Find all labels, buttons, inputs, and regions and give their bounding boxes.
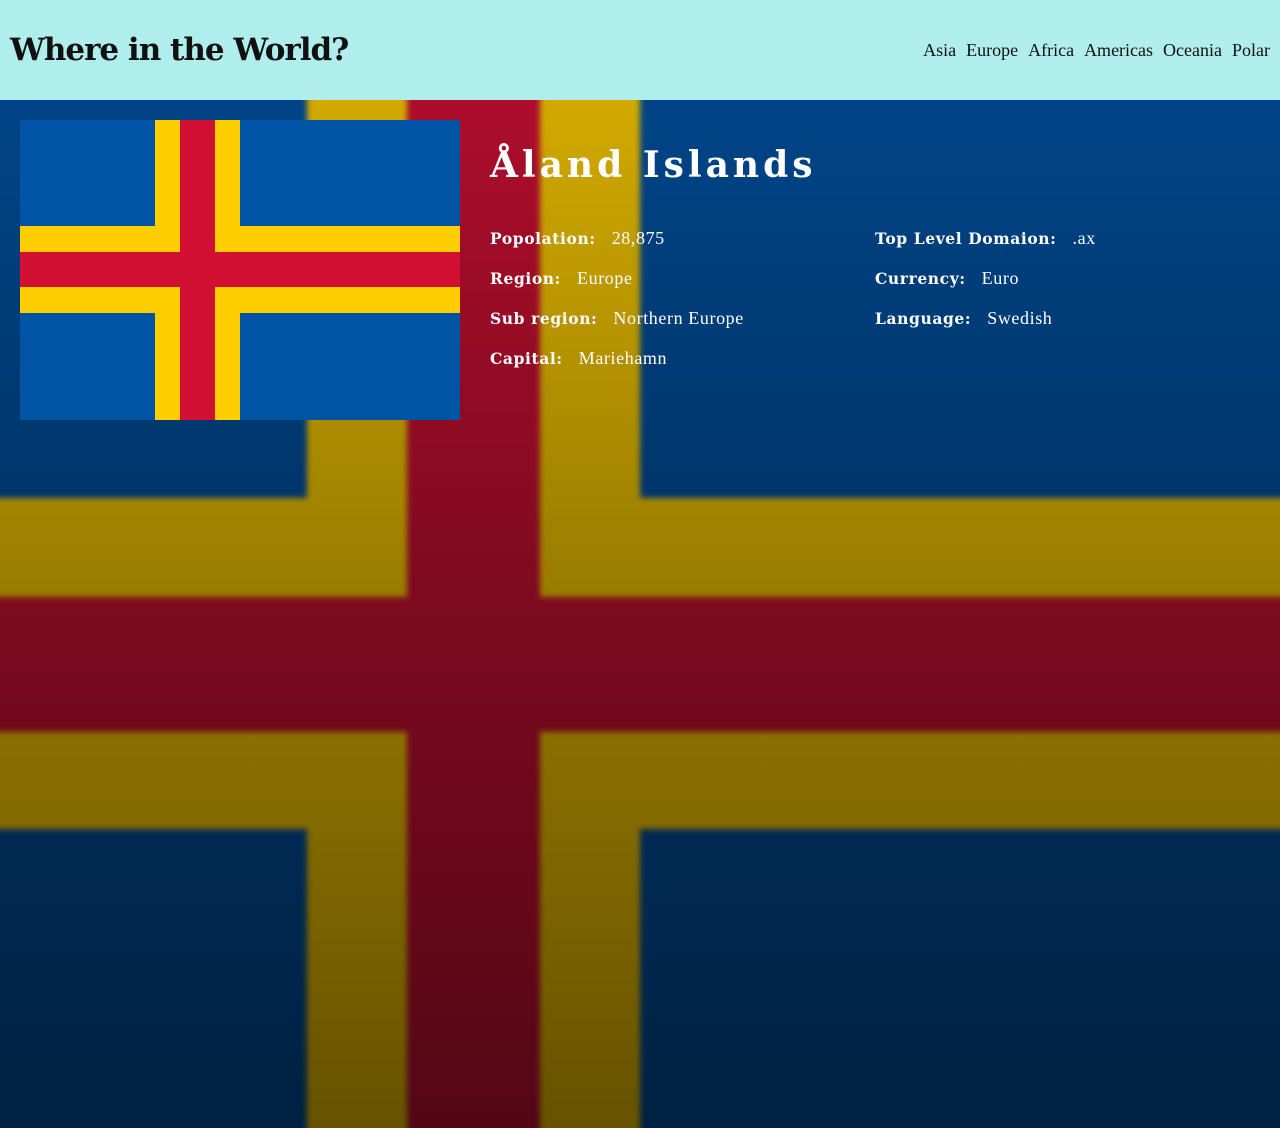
nav-link-europe[interactable]: Europe [966, 40, 1018, 61]
info-label: Language: [875, 309, 972, 328]
site-title[interactable]: Where in the World? [10, 32, 349, 68]
country-flag [20, 120, 460, 420]
country-info: Popolation: 28,875 Region: Europe Sub re… [490, 225, 1270, 385]
info-column-left: Popolation: 28,875 Region: Europe Sub re… [490, 225, 875, 385]
info-value: .ax [1072, 228, 1096, 248]
info-row-capital: Capital: Mariehamn [490, 345, 875, 385]
info-value: 28,875 [611, 228, 665, 248]
info-row-population: Popolation: 28,875 [490, 225, 875, 265]
info-column-right: Top Level Domaion: .ax Currency: Euro La… [875, 225, 1260, 385]
info-value: Europe [577, 268, 633, 288]
info-row-subregion: Sub region: Northern Europe [490, 305, 875, 345]
aland-flag-icon [20, 120, 460, 420]
info-value: Northern Europe [613, 308, 744, 328]
info-value: Swedish [987, 308, 1053, 328]
nav-link-africa[interactable]: Africa [1028, 40, 1074, 61]
info-row-tld: Top Level Domaion: .ax [875, 225, 1260, 265]
country-details: Åland Islands Popolation: 28,875 Region:… [490, 140, 1270, 385]
info-label: Top Level Domaion: [875, 229, 1057, 248]
nav-link-polar[interactable]: Polar [1232, 40, 1270, 61]
info-label: Region: [490, 269, 561, 288]
info-value: Mariehamn [578, 348, 668, 368]
info-label: Sub region: [490, 309, 598, 328]
info-row-region: Region: Europe [490, 265, 875, 305]
nav-link-oceania[interactable]: Oceania [1163, 40, 1222, 61]
info-label: Currency: [875, 269, 966, 288]
nav-link-americas[interactable]: Americas [1084, 40, 1153, 61]
info-label: Capital: [490, 349, 563, 368]
info-row-language: Language: Swedish [875, 305, 1260, 345]
nav-link-asia[interactable]: Asia [923, 40, 956, 61]
info-label: Popolation: [490, 229, 596, 248]
site-header: Where in the World? Asia Europe Africa A… [0, 0, 1280, 100]
region-nav: Asia Europe Africa Americas Oceania Pola… [923, 40, 1270, 61]
info-row-currency: Currency: Euro [875, 265, 1260, 305]
country-name: Åland Islands [490, 144, 817, 186]
info-value: Euro [981, 268, 1020, 288]
